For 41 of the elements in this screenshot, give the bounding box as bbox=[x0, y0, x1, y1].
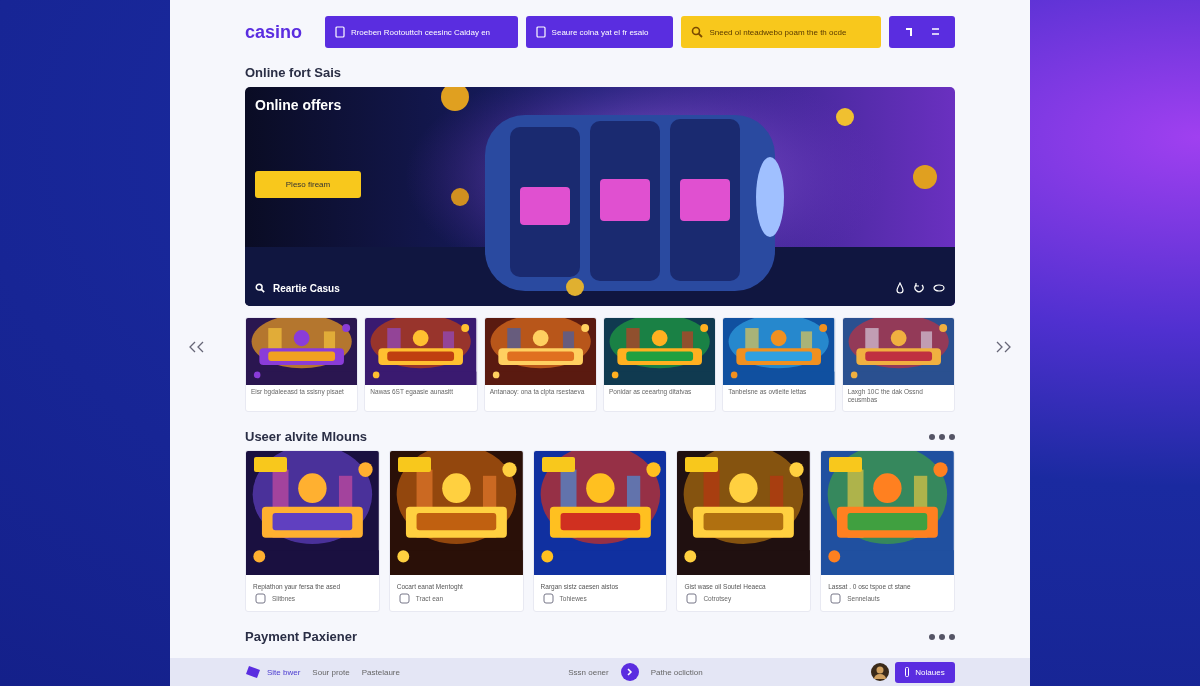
tag-icon bbox=[830, 593, 842, 604]
tag-badge bbox=[541, 457, 575, 472]
more-icon[interactable] bbox=[929, 433, 955, 440]
search-button[interactable]: Sneed ol nteadwebo poam the th ocde bbox=[681, 16, 882, 48]
nav-button[interactable]: Seaure colna yat el fr esaio bbox=[525, 16, 674, 48]
hero-caption: Reartie Casus bbox=[273, 282, 340, 294]
action-link[interactable]: Pathe ocliction bbox=[650, 667, 703, 677]
section-heading: Payment Paxiener bbox=[245, 629, 357, 644]
section-heading: Online fort Sais bbox=[245, 65, 343, 80]
tag-icon bbox=[398, 593, 410, 604]
tag-badge bbox=[829, 457, 863, 472]
bar-icon bbox=[905, 667, 910, 677]
account-button[interactable]: Nolaues bbox=[895, 661, 955, 683]
tag-badge bbox=[254, 457, 287, 472]
tag-badge bbox=[685, 457, 719, 472]
document-icon bbox=[334, 26, 345, 38]
tag-badge bbox=[397, 457, 431, 472]
eye-icon[interactable] bbox=[933, 284, 945, 292]
footer-brand[interactable]: Site bwer bbox=[267, 667, 301, 677]
avatar-icon[interactable] bbox=[871, 663, 889, 681]
site-logo[interactable]: casino bbox=[245, 21, 317, 43]
tag-icon bbox=[686, 593, 698, 604]
refresh-icon[interactable] bbox=[913, 282, 925, 294]
footer-link[interactable]: Sour prote bbox=[312, 667, 350, 677]
logo-icon bbox=[245, 665, 261, 679]
tag-icon bbox=[255, 593, 266, 604]
status-text: Sssn oener bbox=[568, 667, 609, 677]
search-icon bbox=[255, 283, 265, 293]
search-icon bbox=[691, 26, 704, 38]
cta-button[interactable]: Pleso fiream bbox=[255, 171, 361, 198]
tag-icon bbox=[542, 593, 554, 604]
hero-title: Online offers bbox=[255, 97, 342, 113]
more-icon[interactable] bbox=[929, 633, 955, 640]
nav-button[interactable]: Rroeben Rootouttch ceesinc Calday en bbox=[324, 16, 518, 48]
section-heading: Useer alvite Mlouns bbox=[245, 429, 368, 444]
menu-button[interactable] bbox=[889, 16, 955, 48]
chevron-left-icon bbox=[188, 341, 206, 353]
document-icon bbox=[535, 26, 546, 38]
drop-icon[interactable] bbox=[895, 282, 905, 294]
chevron-right-icon bbox=[994, 341, 1012, 353]
footer-link[interactable]: Pastelaure bbox=[361, 667, 400, 677]
